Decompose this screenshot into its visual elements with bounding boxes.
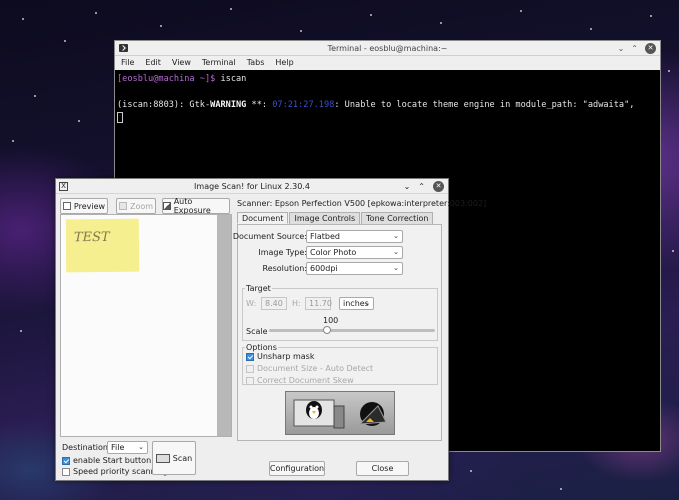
sticky-note: TEST [65,218,140,273]
chevron-down-icon: ⌄ [393,264,399,272]
preview-scrollbar[interactable] [217,215,231,436]
terminal-title: Terminal - eosblu@machina:~ [327,44,448,53]
chevron-down-icon: ⌄ [393,232,399,240]
width-label: W: [246,299,257,308]
terminal-app-icon [119,44,128,52]
tab-bar: Document Image Controls Tone Correction [237,212,434,224]
scan-button-label: Scan [172,453,193,463]
image-type-select[interactable]: Color Photo ⌄ [306,246,403,259]
menu-file[interactable]: File [121,56,134,70]
document-size-label: Document Size - Auto Detect [257,364,374,373]
unsharp-mask-label: Unsharp mask [257,352,315,361]
destination-label: Destination: [62,443,111,452]
warning-time: 07:21:27.198 [272,100,335,110]
tab-document[interactable]: Document [237,212,289,224]
scale-value: 100 [323,316,339,325]
terminal-cursor [117,112,123,123]
terminal-prompt: [eosblu@machina ~]$ [117,74,216,84]
document-source-label: Document Source: [232,232,307,241]
close-icon[interactable]: ✕ [433,181,444,192]
close-label: Close [371,464,394,473]
height-field[interactable]: 11.70 [305,297,332,310]
scanner-info: Scanner: Epson Perfection V500 [epkowa:i… [237,199,487,208]
height-label: H: [292,299,301,308]
scanner-icon [155,453,170,463]
x11-app-icon: X [59,182,68,191]
scan-title: Image Scan! for Linux 2.30.4 [194,182,310,191]
exposure-icon [163,202,171,210]
resolution-label: Resolution: [262,264,308,273]
chevron-down-icon: ⌄ [138,443,144,451]
width-field[interactable]: 8.40 [261,297,287,310]
width-value: 8.40 [265,299,283,308]
warning-word: WARNING [210,100,247,110]
target-group: Target W: 8.40 H: 11.70 inches ⌄ 100 Sca… [242,284,438,341]
target-title: Target [245,284,272,293]
sticky-note-text: TEST [73,229,110,246]
chevron-down-icon: ⌄ [364,299,370,307]
terminal-command: iscan [215,74,247,84]
auto-exposure-button[interactable]: Auto Exposure [162,197,230,215]
resolution-value: 600dpi [310,264,338,273]
scan-titlebar[interactable]: X Image Scan! for Linux 2.30.4 ⌄ ⌃ ✕ [56,179,448,194]
configuration-label: Configuration [269,464,325,473]
scale-label: Scale [246,327,268,336]
document-size-checkbox[interactable] [246,365,254,373]
units-select[interactable]: inches ⌄ [339,297,374,310]
enable-start-checkbox[interactable] [62,457,70,465]
preview-label: Preview [73,201,106,211]
warning-message: : Unable to locate theme engine in modul… [334,100,635,110]
scan-button[interactable]: Scan [152,441,196,475]
terminal-menubar: File Edit View Terminal Tabs Help [115,56,660,70]
chevron-up-icon[interactable]: ⌃ [418,179,425,194]
chevron-down-icon[interactable]: ⌄ [404,179,411,194]
terminal-titlebar[interactable]: Terminal - eosblu@machina:~ ⌄ ⌃ ✕ [115,41,660,56]
auto-exposure-label: Auto Exposure [173,197,211,215]
scanner-banner-image [285,391,395,435]
preview-area[interactable]: TEST [60,214,232,437]
options-title: Options [245,343,278,352]
tab-image-controls[interactable]: Image Controls [289,212,361,224]
image-type-value: Color Photo [310,248,357,257]
document-skew-checkbox[interactable] [246,377,254,385]
scale-slider-handle[interactable] [323,326,331,334]
scale-slider-track[interactable] [269,329,435,332]
page-icon [62,202,71,210]
close-icon[interactable]: ✕ [645,43,656,54]
zoom-icon [118,202,127,210]
image-type-label: Image Type: [258,248,307,257]
chevron-up-icon[interactable]: ⌃ [631,41,638,56]
tab-tone-correction[interactable]: Tone Correction [361,212,434,224]
height-value: 11.70 [309,299,332,308]
menu-tabs[interactable]: Tabs [247,56,265,70]
menu-view[interactable]: View [172,56,191,70]
speed-priority-checkbox[interactable] [62,468,70,476]
configuration-button[interactable]: Configuration [269,461,325,476]
document-source-select[interactable]: Flatbed ⌄ [306,230,403,243]
chevron-down-icon[interactable]: ⌄ [618,41,625,56]
terminal-output[interactable]: [eosblu@machina ~]$ iscan (iscan:8803): … [115,70,660,129]
close-button[interactable]: Close [356,461,409,476]
document-skew-label: Correct Document Skew [257,376,354,385]
options-group: Options Unsharp mask Document Size - Aut… [242,343,438,385]
image-scan-window[interactable]: X Image Scan! for Linux 2.30.4 ⌄ ⌃ ✕ Pre… [55,178,486,481]
menu-edit[interactable]: Edit [145,56,161,70]
document-source-value: Flatbed [310,232,340,241]
preview-button[interactable]: Preview [60,198,108,214]
menu-terminal[interactable]: Terminal [202,56,236,70]
menu-help[interactable]: Help [275,56,293,70]
warning-stars: **: [246,100,273,110]
zoom-button[interactable]: Zoom [116,198,156,214]
destination-select[interactable]: File ⌄ [107,441,148,454]
document-tab-panel: Document Source: Flatbed ⌄ Image Type: C… [233,224,442,441]
zoom-label: Zoom [129,201,154,211]
enable-start-label: enable Start button [73,456,152,465]
chevron-down-icon: ⌄ [393,248,399,256]
unsharp-mask-checkbox[interactable] [246,353,254,361]
resolution-select[interactable]: 600dpi ⌄ [306,262,403,275]
destination-value: File [111,443,125,452]
warning-prefix: (iscan:8803): Gtk- [117,100,211,110]
